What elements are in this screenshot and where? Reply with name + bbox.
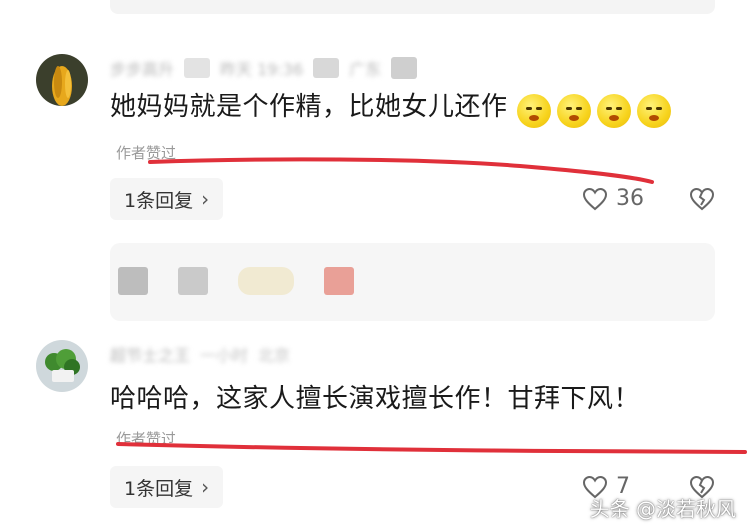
reply-count-label: 1条回复 bbox=[124, 189, 194, 212]
view-replies-button[interactable]: 1条回复 › bbox=[110, 466, 224, 508]
emoji-row bbox=[516, 93, 671, 128]
blurred-reply-preview bbox=[110, 243, 715, 321]
watermark: 头条 @淡若秋风 bbox=[589, 497, 736, 521]
heart-icon[interactable] bbox=[582, 187, 608, 211]
blur-block bbox=[118, 267, 148, 295]
chevron-right-icon: › bbox=[201, 475, 210, 499]
comment-body: 她妈妈就是个作精，比她女儿还作 bbox=[110, 86, 671, 128]
location-blurred: 北京 bbox=[258, 346, 291, 365]
comment-text: 她妈妈就是个作精，比她女儿还作 bbox=[110, 92, 508, 122]
blur-block bbox=[178, 267, 208, 295]
previous-comment-strip bbox=[110, 0, 715, 14]
reply-count-label: 1条回复 bbox=[124, 477, 194, 500]
author-name-blurred[interactable]: 步步高升 bbox=[110, 56, 174, 80]
like-count: 36 bbox=[616, 186, 644, 211]
like-button[interactable]: 36 bbox=[582, 186, 644, 211]
underline-stroke bbox=[116, 442, 747, 454]
chevron-right-icon: › bbox=[201, 187, 210, 211]
grimace-emoji-icon bbox=[516, 93, 551, 128]
comment-meta: 超节士之王 一小时 北京 bbox=[110, 342, 290, 366]
avatar[interactable] bbox=[36, 54, 88, 106]
blur-block bbox=[324, 267, 354, 295]
blur-block bbox=[184, 58, 211, 78]
underline-stroke bbox=[148, 157, 654, 184]
time-blurred: 昨天 19:36 bbox=[220, 60, 304, 79]
location-blurred: 广东 bbox=[349, 60, 382, 79]
author-name-blurred[interactable]: 超节士之王 bbox=[110, 342, 190, 366]
grimace-emoji-icon bbox=[556, 93, 591, 128]
blur-block bbox=[238, 267, 294, 295]
broken-heart-icon[interactable] bbox=[689, 187, 715, 211]
grimace-emoji-icon bbox=[596, 93, 631, 128]
avatar[interactable] bbox=[36, 340, 88, 392]
comment-text: 哈哈哈，这家人擅长演戏擅长作！甘拜下风！ bbox=[110, 384, 641, 414]
time-blurred: 一小时 bbox=[200, 346, 249, 365]
author-liked-badge: 作者赞过 bbox=[116, 144, 177, 162]
author-liked-badge: 作者赞过 bbox=[116, 430, 177, 448]
grimace-emoji-icon bbox=[636, 93, 671, 128]
blur-block bbox=[391, 57, 418, 79]
view-replies-button[interactable]: 1条回复 › bbox=[110, 178, 224, 220]
blur-block bbox=[313, 58, 340, 78]
comment-meta: 步步高升 昨天 19:36 广东 bbox=[110, 56, 418, 80]
